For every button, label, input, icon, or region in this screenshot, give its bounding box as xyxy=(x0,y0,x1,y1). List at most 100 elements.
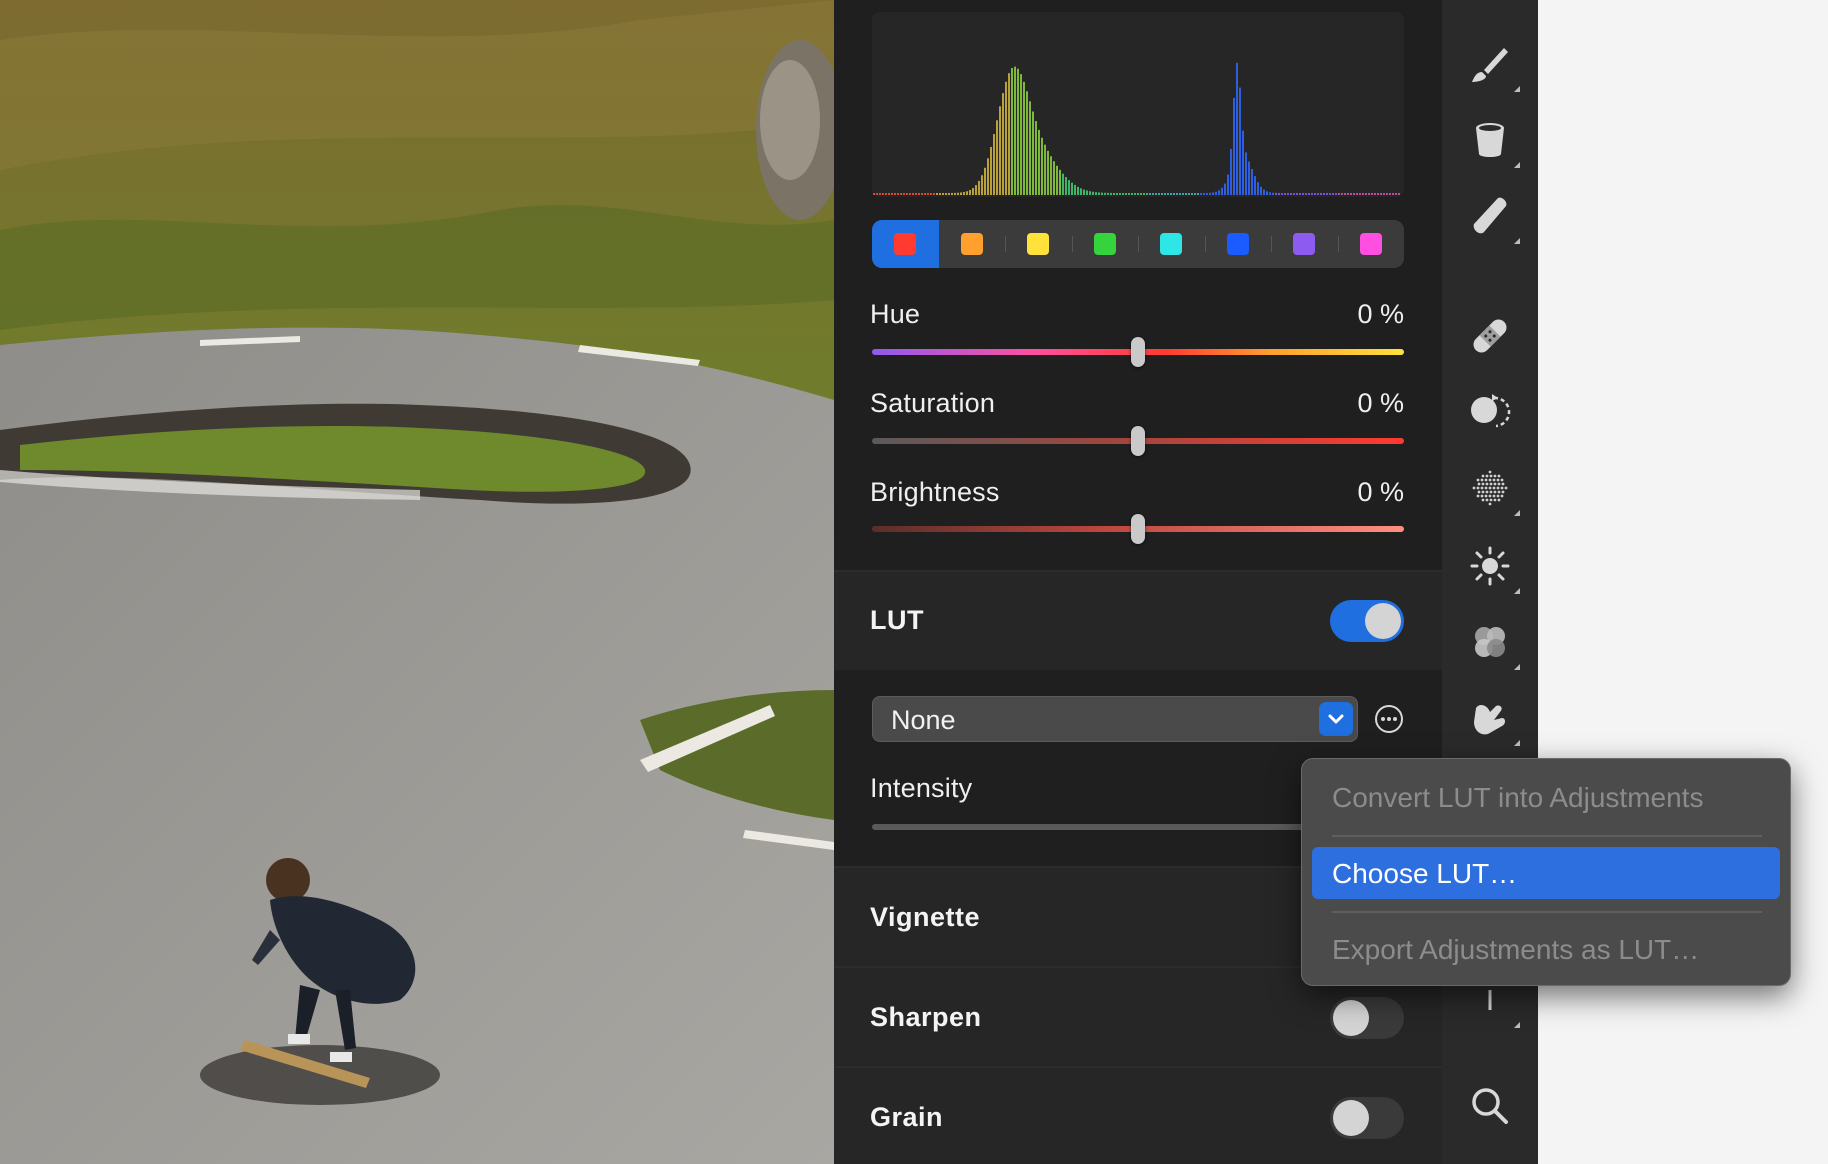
grain-title: Grain xyxy=(870,1102,944,1132)
brightness-value: 0 % xyxy=(1357,477,1404,507)
hue-value: 0 % xyxy=(1357,299,1404,329)
menu-item-choose-lut[interactable]: Choose LUT… xyxy=(1312,847,1780,899)
brightness-icon[interactable] xyxy=(1466,542,1520,594)
noise-dot xyxy=(1484,486,1488,490)
adjustments-panel: Hue 0 % Saturation 0 % Brightness 0 % LU… xyxy=(834,0,1442,1164)
noise-dot xyxy=(1493,498,1497,502)
noise-dot xyxy=(1485,498,1489,502)
noise-dot xyxy=(1497,474,1501,478)
color-range-selector xyxy=(872,220,1404,268)
sharpen-toggle[interactable] xyxy=(1330,997,1404,1039)
swatch-separator xyxy=(1271,236,1272,252)
noise-dot xyxy=(1484,478,1488,482)
noise-dot xyxy=(1489,482,1493,486)
saturation-label: Saturation xyxy=(870,388,996,418)
color-swatch[interactable] xyxy=(1072,220,1139,268)
menu-separator xyxy=(1332,911,1762,913)
clone-icon[interactable] xyxy=(1466,388,1514,436)
noise-dot xyxy=(1484,494,1488,498)
noise-dot xyxy=(1489,474,1493,478)
smudge-icon[interactable] xyxy=(1466,694,1520,746)
noise-dot xyxy=(1500,486,1504,490)
hue-label: Hue xyxy=(870,299,921,329)
noise-dot xyxy=(1477,482,1481,486)
noise-dot xyxy=(1488,502,1492,506)
noise-dot xyxy=(1489,498,1493,502)
swatch-chip xyxy=(1027,233,1050,255)
chevron-down-icon xyxy=(1319,702,1353,736)
noise-dot xyxy=(1488,478,1492,482)
noise-icon[interactable] xyxy=(1466,464,1520,516)
noise-dot xyxy=(1493,482,1497,486)
noise-dot xyxy=(1500,478,1504,482)
noise-dot xyxy=(1500,494,1504,498)
eraser-icon[interactable] xyxy=(1466,192,1520,244)
zoom-icon[interactable] xyxy=(1466,1082,1514,1130)
noise-dot xyxy=(1476,478,1480,482)
swatch-chip xyxy=(960,233,983,255)
hue-slider-knob[interactable] xyxy=(1131,337,1145,367)
noise-dot xyxy=(1480,478,1484,482)
noise-dot xyxy=(1480,494,1484,498)
color-swatch[interactable] xyxy=(1005,220,1072,268)
lut-title: LUT xyxy=(870,605,924,635)
swatch-separator xyxy=(1005,236,1006,252)
swatch-chip xyxy=(1093,233,1116,255)
color-swatch[interactable] xyxy=(872,220,939,268)
noise-dot xyxy=(1477,490,1481,494)
noise-dot xyxy=(1504,486,1508,490)
histogram-graph xyxy=(873,62,1400,195)
noise-dot xyxy=(1476,486,1480,490)
saturation-slider-knob[interactable] xyxy=(1131,426,1145,456)
swatch-chip xyxy=(1226,233,1249,255)
swatch-chip xyxy=(1359,233,1382,255)
swatch-chip xyxy=(1160,233,1183,255)
noise-dot xyxy=(1485,490,1489,494)
brush-icon[interactable] xyxy=(1466,40,1520,92)
noise-dot xyxy=(1481,474,1485,478)
noise-dot xyxy=(1493,490,1497,494)
vignette-title: Vignette xyxy=(870,902,981,932)
color-swatch[interactable] xyxy=(1138,220,1205,268)
swatch-separator xyxy=(1337,236,1339,252)
lut-dropdown-value: None xyxy=(891,705,956,735)
noise-dot xyxy=(1476,494,1480,498)
more-options-icon[interactable] xyxy=(1374,704,1404,734)
lut-dropdown[interactable]: None xyxy=(872,696,1358,742)
noise-dot xyxy=(1493,474,1497,478)
noise-dot xyxy=(1488,494,1492,498)
noise-dot xyxy=(1496,494,1500,498)
noise-dot xyxy=(1488,486,1492,490)
bandage-icon[interactable] xyxy=(1466,312,1514,360)
noise-dot xyxy=(1481,482,1485,486)
saturation-value: 0 % xyxy=(1357,388,1404,418)
swatch-chip xyxy=(1293,233,1316,255)
photo-canvas[interactable] xyxy=(0,0,834,1164)
brightness-label: Brightness xyxy=(870,477,1000,507)
noise-dot xyxy=(1496,486,1500,490)
paint-bucket-icon[interactable] xyxy=(1466,116,1520,168)
noise-dot xyxy=(1497,482,1501,486)
lut-toggle[interactable] xyxy=(1330,600,1404,642)
color-blend-icon[interactable] xyxy=(1466,618,1520,670)
color-swatch[interactable] xyxy=(1205,220,1272,268)
noise-dot xyxy=(1480,486,1484,490)
swatch-chip xyxy=(894,233,917,255)
noise-dot xyxy=(1485,474,1489,478)
noise-dot xyxy=(1481,498,1485,502)
noise-dot xyxy=(1496,478,1500,482)
swatch-separator xyxy=(1071,236,1073,252)
grain-toggle[interactable] xyxy=(1330,1097,1404,1139)
sharpen-title: Sharpen xyxy=(870,1002,982,1032)
color-swatch[interactable] xyxy=(1338,220,1405,268)
swatch-separator xyxy=(1204,236,1206,252)
color-swatch[interactable] xyxy=(939,220,1006,268)
color-swatch[interactable] xyxy=(1271,220,1338,268)
brightness-slider-knob[interactable] xyxy=(1131,514,1145,544)
noise-dot xyxy=(1497,498,1501,502)
swatch-separator xyxy=(1138,236,1139,252)
noise-dot xyxy=(1492,478,1496,482)
histogram xyxy=(872,12,1404,197)
tools-toolbar xyxy=(1442,0,1538,1164)
noise-dot xyxy=(1492,494,1496,498)
